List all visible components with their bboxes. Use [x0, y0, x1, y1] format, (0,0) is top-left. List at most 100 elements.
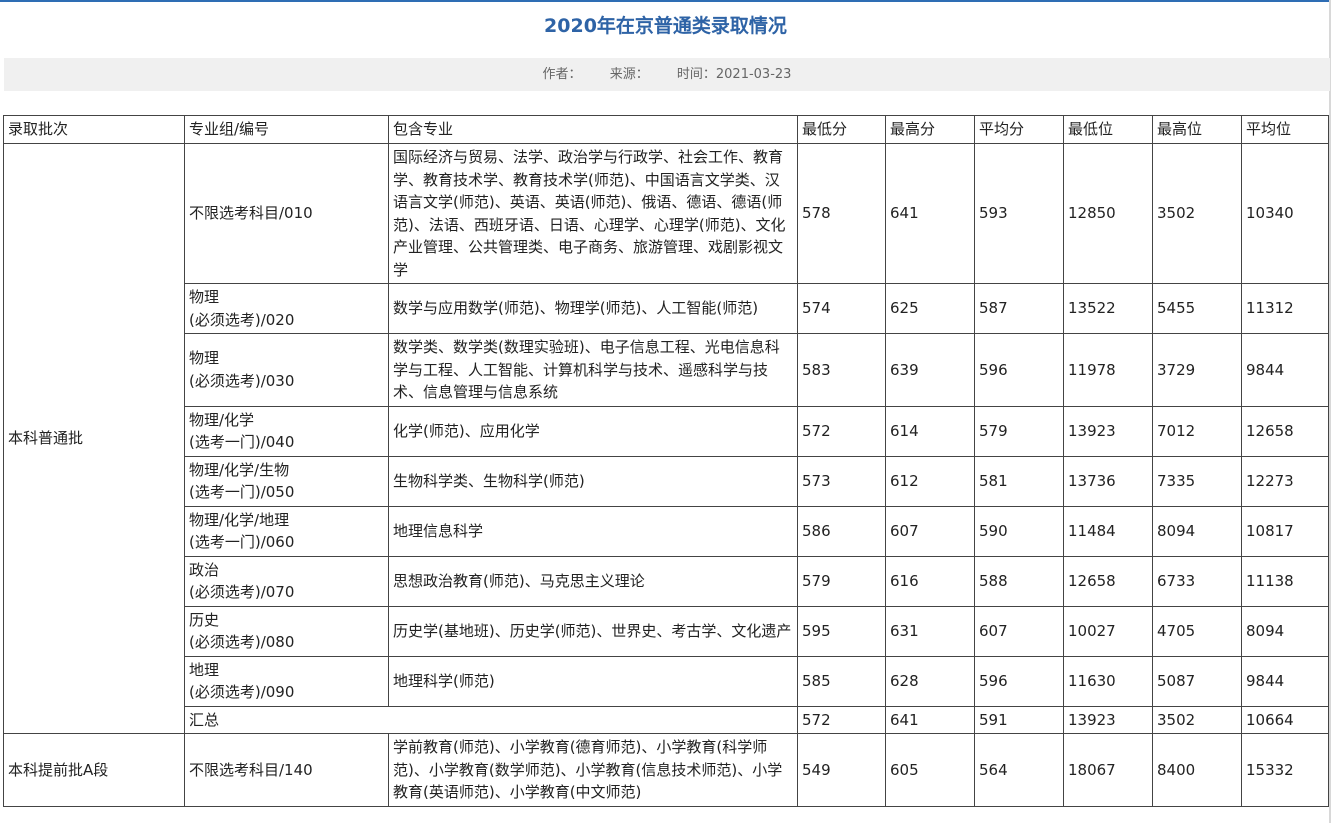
score-cell: 3729 — [1152, 333, 1242, 407]
score-cell: 572 — [797, 705, 886, 734]
score-cell: 573 — [797, 455, 886, 507]
admission-table: 录取批次 专业组/编号 包含专业 最低分 最高分 平均分 最低位 最高位 平均位… — [3, 115, 1329, 807]
score-cell: 13736 — [1063, 455, 1153, 507]
group-line: (必须选考)/020 — [189, 310, 295, 329]
score-cell: 616 — [885, 555, 975, 607]
score-cell: 605 — [885, 733, 975, 807]
score-cell: 578 — [797, 143, 886, 284]
score-cell: 5087 — [1152, 655, 1242, 707]
score-cell: 587 — [974, 283, 1064, 334]
score-cell: 591 — [974, 705, 1064, 734]
score-cell: 6733 — [1152, 555, 1242, 607]
score-cell: 8094 — [1152, 505, 1242, 557]
group-cell: 物理/化学/生物 (选考一门)/050 — [184, 455, 389, 507]
group-cell: 不限选考科目/140 — [184, 733, 389, 807]
table-body: 录取批次 专业组/编号 包含专业 最低分 最高分 平均分 最低位 最高位 平均位… — [3, 115, 1329, 807]
header-cell: 录取批次 — [3, 115, 185, 144]
publish-time: 时间：2021-03-23 — [677, 58, 792, 91]
score-cell: 614 — [885, 405, 975, 457]
score-cell: 607 — [974, 605, 1064, 657]
score-cell: 10027 — [1063, 605, 1153, 657]
score-cell: 574 — [797, 283, 886, 334]
score-cell: 631 — [885, 605, 975, 657]
batch-cell: 本科普通批 — [3, 143, 185, 734]
header-cell: 平均位 — [1241, 115, 1329, 144]
group-line: 物理/化学 — [189, 410, 255, 429]
majors-cell: 思想政治教育(师范)、马克思主义理论 — [388, 555, 798, 607]
majors-cell: 国际经济与贸易、法学、政治学与行政学、社会工作、教育学、教育技术学、教育技术学(… — [388, 143, 798, 284]
score-cell: 9844 — [1241, 333, 1329, 407]
score-cell: 549 — [797, 733, 886, 807]
header-cell: 专业组/编号 — [184, 115, 389, 144]
header-cell: 最低分 — [797, 115, 886, 144]
score-cell: 607 — [885, 505, 975, 557]
majors-cell: 地理信息科学 — [388, 505, 798, 557]
score-cell: 12658 — [1063, 555, 1153, 607]
table-row: 物理 (必须选考)/020 数学与应用数学(师范)、物理学(师范)、人工智能(师范)… — [4, 283, 1329, 334]
score-cell: 10664 — [1241, 705, 1329, 734]
score-cell: 8094 — [1241, 605, 1329, 657]
score-cell: 15332 — [1241, 733, 1329, 807]
group-cell: 地理 (必须选考)/090 — [184, 655, 389, 707]
majors-cell: 数学与应用数学(师范)、物理学(师范)、人工智能(师范) — [388, 283, 798, 334]
group-cell: 不限选考科目/010 — [184, 143, 389, 284]
group-line: 不限选考科目/010 — [189, 204, 313, 223]
table-row: 本科提前批A段 不限选考科目/140 学前教育(师范)、小学教育(德育师范)、小学教… — [3, 733, 1329, 807]
table-row: 物理 (必须选考)/030 数学类、数学类(数理实验班)、电子信息工程、光电信息科学… — [4, 333, 1329, 407]
table-row: 本科普通批 不限选考科目/010 国际经济与贸易、法学、政治学与行政学、社会工作、教… — [3, 143, 1329, 734]
group-cell: 政治 (必须选考)/070 — [184, 555, 389, 607]
score-cell: 11312 — [1241, 283, 1329, 334]
top-accent-line — [0, 0, 1331, 2]
group-cell: 物理 (必须选考)/020 — [184, 283, 389, 334]
score-cell: 579 — [797, 555, 886, 607]
score-cell: 7012 — [1152, 405, 1242, 457]
group-cell: 物理/化学 (选考一门)/040 — [184, 405, 389, 457]
source-label: 来源： — [609, 67, 649, 82]
majors-cell: 生物科学类、生物科学(师范) — [388, 455, 798, 507]
table-row: 历史 (必须选考)/080 历史学(基地班)、历史学(师范)、世界史、考古学、文化遗… — [4, 605, 1329, 657]
group-line: (必须选考)/030 — [189, 371, 295, 390]
score-cell: 11138 — [1241, 555, 1329, 607]
score-cell: 10340 — [1241, 143, 1329, 284]
group-line: 地理 — [189, 660, 220, 679]
score-cell: 11484 — [1063, 505, 1153, 557]
majors-cell: 地理科学(师范) — [388, 655, 798, 707]
score-cell: 4705 — [1152, 605, 1242, 657]
header-cell: 包含专业 — [388, 115, 798, 144]
summary-label: 汇总 — [184, 705, 798, 734]
table-row: 物理/化学/生物 (选考一门)/050 生物科学类、生物科学(师范) 573 612 58… — [4, 455, 1329, 507]
score-cell: 12658 — [1241, 405, 1329, 457]
group-line: 历史 — [189, 610, 220, 629]
score-cell: 586 — [797, 505, 886, 557]
group-cell: 物理/化学/地理 (选考一门)/060 — [184, 505, 389, 557]
score-cell: 588 — [974, 555, 1064, 607]
table-header-row: 录取批次 专业组/编号 包含专业 最低分 最高分 平均分 最低位 最高位 平均位 — [3, 115, 1329, 144]
table-row: 物理/化学 (选考一门)/040 化学(师范)、应用化学 572 614 579 13923… — [4, 405, 1329, 457]
summary-row: 汇总 572 641 591 13923 3502 10664 — [4, 705, 1329, 734]
author-label: 作者： — [542, 67, 582, 82]
majors-cell: 历史学(基地班)、历史学(师范)、世界史、考古学、文化遗产 — [388, 605, 798, 657]
score-cell: 3502 — [1152, 143, 1242, 284]
group-line: 物理/化学/生物 — [189, 460, 290, 479]
score-cell: 11978 — [1063, 333, 1153, 407]
header-cell: 最低位 — [1063, 115, 1153, 144]
score-cell: 12850 — [1063, 143, 1153, 284]
group-line: 物理 — [189, 288, 220, 306]
score-cell: 581 — [974, 455, 1064, 507]
page-title: 2020年在京普通类录取情况 — [544, 15, 787, 37]
group-line: (选考一门)/040 — [189, 433, 295, 451]
group-line: (选考一门)/050 — [189, 483, 295, 501]
majors-cell: 学前教育(师范)、小学教育(德育师范)、小学教育(科学师范)、小学教育(数学师范… — [388, 733, 798, 807]
score-cell: 639 — [885, 333, 975, 407]
score-cell: 612 — [885, 455, 975, 507]
table-row: 政治 (必须选考)/070 思想政治教育(师范)、马克思主义理论 579 616 588 1… — [4, 555, 1329, 607]
score-cell: 625 — [885, 283, 975, 334]
score-cell: 628 — [885, 655, 975, 707]
score-cell: 595 — [797, 605, 886, 657]
time-label: 时间： — [676, 67, 716, 82]
header-cell: 最高分 — [885, 115, 975, 144]
score-cell: 7335 — [1152, 455, 1242, 507]
score-cell: 9844 — [1241, 655, 1329, 707]
score-cell: 641 — [885, 705, 975, 734]
score-cell: 579 — [974, 405, 1064, 457]
